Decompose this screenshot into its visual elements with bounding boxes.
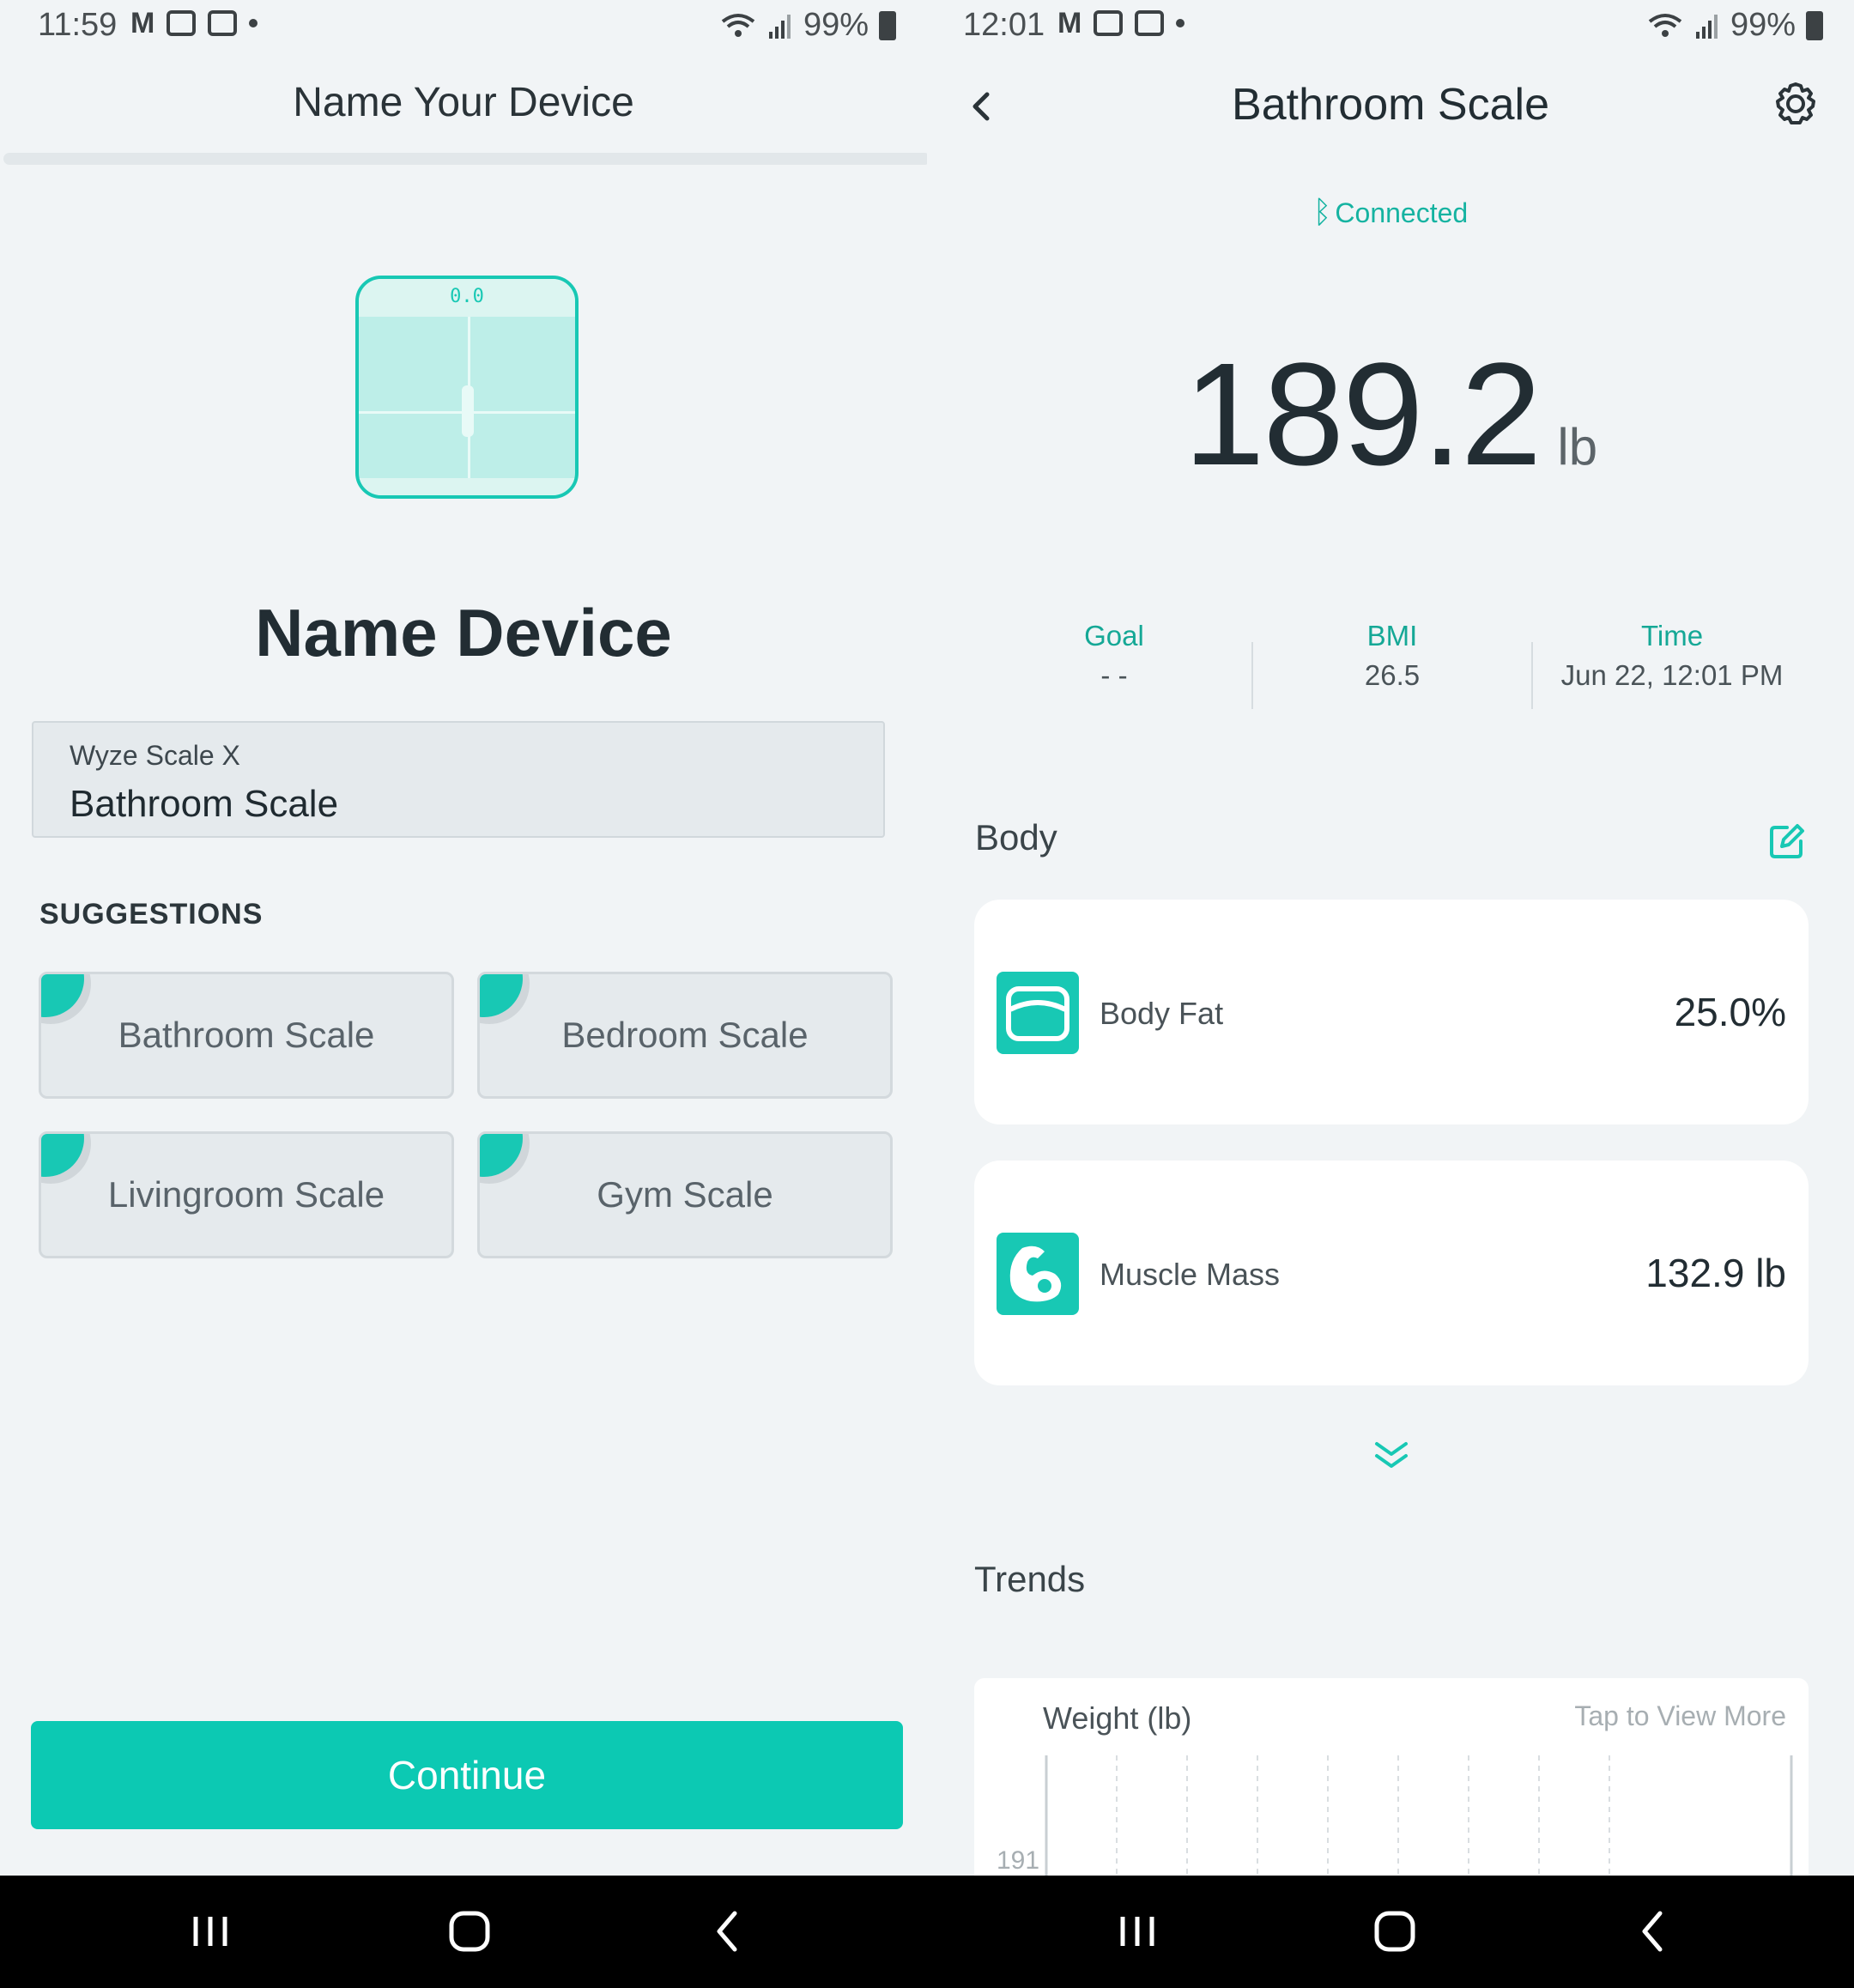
status-right: 99%	[719, 7, 896, 44]
recent-apps-icon[interactable]	[180, 1901, 240, 1961]
device-name-input[interactable]: Bathroom Scale	[70, 783, 338, 826]
battery-percent: 99%	[803, 7, 869, 43]
card-label: Body Fat	[1100, 996, 1224, 1031]
connection-status: ᛒ Connected	[927, 194, 1854, 230]
status-right: 99%	[1646, 7, 1823, 44]
battery-icon	[879, 10, 896, 40]
app-notification-icon	[167, 10, 197, 36]
system-navigation-bar	[0, 1876, 1854, 1988]
scale-dashboard-screen: 12:01 M 99% Bathroom Scale ᛒ Connected 18…	[927, 0, 1854, 1876]
signal-icon	[1695, 14, 1718, 39]
suggestion-gym-scale[interactable]: Gym Scale	[477, 1131, 893, 1258]
chart-gridlines	[1045, 1755, 1793, 1876]
body-fat-icon	[997, 972, 1079, 1054]
muscle-mass-card[interactable]: Muscle Mass 132.9 lb	[974, 1161, 1809, 1385]
setup-progress-bar	[3, 153, 927, 165]
app-notification-icon	[208, 10, 238, 36]
body-section-heading: Body	[975, 817, 1057, 858]
stat-value: Jun 22, 12:01 PM	[1560, 659, 1784, 691]
signal-icon	[768, 14, 791, 39]
home-icon[interactable]	[1365, 1901, 1425, 1961]
stat-label: BMI	[1366, 620, 1418, 652]
suggestion-label: Bedroom Scale	[561, 1015, 809, 1055]
recent-apps-icon[interactable]	[1107, 1901, 1167, 1961]
weight-trend-chart[interactable]: Weight (lb) Tap to View More 191	[974, 1678, 1809, 1876]
gear-icon[interactable]	[1770, 79, 1821, 130]
app-notification-icon	[1135, 10, 1165, 36]
stat-label: Time	[1640, 620, 1704, 652]
card-label: Muscle Mass	[1100, 1257, 1281, 1292]
wifi-icon	[1648, 13, 1682, 37]
weight-unit: lb	[1557, 418, 1598, 476]
stat-goal[interactable]: Goal - -	[975, 620, 1253, 692]
name-device-screen: 11:59 M 99% Name Your Device 0.0 Name De…	[0, 0, 927, 1876]
device-name-field[interactable]: Wyze Scale X Bathroom Scale	[32, 721, 885, 838]
stat-label: Goal	[1084, 620, 1144, 652]
bluetooth-icon: ᛒ	[1312, 194, 1332, 229]
edit-icon[interactable]	[1768, 822, 1806, 860]
body-fat-card[interactable]: Body Fat 25.0%	[974, 900, 1809, 1124]
wifi-icon	[721, 13, 755, 37]
suggestion-label: Gym Scale	[597, 1174, 773, 1215]
scale-device-icon: 0.0	[355, 276, 579, 499]
scale-readout: 0.0	[450, 286, 484, 307]
suggestions-heading: SUGGESTIONS	[39, 898, 264, 930]
device-name-label: Wyze Scale X	[70, 740, 240, 771]
back-arrow-icon[interactable]	[958, 81, 1009, 132]
page-title: Bathroom Scale	[1232, 80, 1549, 130]
back-icon[interactable]	[699, 1901, 759, 1961]
status-notifications: M	[130, 7, 258, 39]
gmail-icon: M	[130, 7, 155, 39]
battery-icon	[1806, 10, 1823, 40]
more-notifications-icon	[249, 19, 258, 27]
connection-label: Connected	[1335, 197, 1469, 228]
suggestion-bedroom-scale[interactable]: Bedroom Scale	[477, 972, 893, 1099]
suggestion-bathroom-scale[interactable]: Bathroom Scale	[39, 972, 454, 1099]
more-notifications-icon	[1176, 19, 1185, 27]
battery-percent: 99%	[1730, 7, 1796, 43]
trends-section-heading: Trends	[974, 1559, 1086, 1599]
page-title: Name Your Device	[293, 80, 634, 125]
app-notification-icon	[1094, 10, 1124, 36]
gmail-icon: M	[1057, 7, 1082, 39]
home-icon[interactable]	[439, 1901, 500, 1961]
y-tick-label: 191	[997, 1846, 1040, 1875]
name-device-heading: Name Device	[255, 595, 672, 670]
status-notifications: M	[1057, 7, 1185, 39]
continue-button[interactable]: Continue	[31, 1721, 903, 1829]
stat-bmi: BMI 26.5	[1253, 620, 1531, 692]
chevron-double-down-icon[interactable]	[1368, 1439, 1415, 1473]
current-weight: 189.2 lb	[927, 330, 1854, 499]
card-value: 25.0%	[1674, 990, 1786, 1034]
muscle-icon	[997, 1233, 1079, 1315]
status-time: 11:59	[38, 7, 118, 43]
status-time: 12:01	[963, 7, 1045, 43]
suggestion-livingroom-scale[interactable]: Livingroom Scale	[39, 1131, 454, 1258]
suggestion-label: Livingroom Scale	[107, 1174, 385, 1215]
stat-value: 26.5	[1364, 659, 1421, 691]
stat-time: Time Jun 22, 12:01 PM	[1533, 620, 1811, 692]
stat-value: - -	[1100, 659, 1128, 691]
card-value: 132.9 lb	[1645, 1251, 1786, 1295]
back-icon[interactable]	[1624, 1901, 1684, 1961]
weight-value: 189.2	[1183, 333, 1542, 496]
suggestion-label: Bathroom Scale	[118, 1015, 375, 1055]
